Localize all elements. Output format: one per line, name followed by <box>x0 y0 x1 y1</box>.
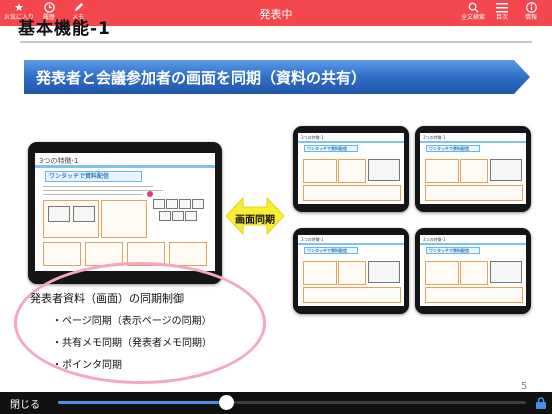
banner-text: 発表者と会議参加者の画面を同期（資料の共有） <box>36 69 367 87</box>
diagram-box <box>303 159 337 183</box>
bottom-toolbar: 閉じる <box>0 392 552 414</box>
mini-tablet <box>172 211 184 221</box>
diagram-box <box>460 159 488 183</box>
screen-heading: ワンタッチで資料配信 <box>426 145 480 152</box>
diagram-box <box>425 261 459 285</box>
page-slider[interactable] <box>58 395 526 410</box>
title-divider <box>20 41 532 43</box>
screen-rule <box>298 243 404 245</box>
participant-tablet: 3つの特徴-1 ワンタッチで資料配信 <box>415 126 531 212</box>
note-item: ・共有メモ同期（発表者メモ同期） <box>52 338 212 349</box>
mini-tablet <box>179 199 191 209</box>
mini-tablet <box>48 206 70 222</box>
participant-tablet: 3つの特徴-1 ワンタッチで資料配信 <box>293 126 409 212</box>
participant-screen: 3つの特徴-1 ワンタッチで資料配信 <box>298 235 404 306</box>
screen-rule <box>420 141 526 143</box>
mini-tablet <box>490 261 522 283</box>
sync-arrow: 画面同期 <box>225 190 285 254</box>
section-banner: 発表者と会議参加者の画面を同期（資料の共有） <box>24 60 530 94</box>
diagram-box <box>425 159 459 183</box>
mini-tablet <box>192 199 204 209</box>
feature-box <box>169 242 207 266</box>
mini-tablet <box>166 199 178 209</box>
text-line <box>43 186 153 187</box>
mini-tablet <box>153 199 165 209</box>
mini-tablet <box>185 211 197 221</box>
feature-box <box>425 287 523 303</box>
participant-screen: 3つの特徴-1 ワンタッチで資料配信 <box>298 133 404 204</box>
close-button[interactable]: 閉じる <box>10 396 40 411</box>
text-line <box>43 190 163 191</box>
mini-tablet <box>368 261 400 283</box>
diagram-box <box>338 159 366 183</box>
notes-heading: 発表者資料（画面）の同期制御 <box>30 292 184 305</box>
feature-box <box>43 242 81 266</box>
screen-heading: ワンタッチで資料配信 <box>426 247 480 254</box>
diagram-box <box>460 261 488 285</box>
note-item: ・ページ同期（表示ページの同期） <box>52 316 212 327</box>
feature-box <box>303 185 401 201</box>
screen-rule <box>35 165 215 168</box>
info-icon <box>509 2 552 14</box>
diagram-box <box>303 261 337 285</box>
diagram-box <box>338 261 366 285</box>
lock-icon[interactable] <box>535 397 547 409</box>
participant-tablet: 3つの特徴-1 ワンタッチで資料配信 <box>293 228 409 314</box>
screen-heading: ワンタッチで資料配信 <box>304 145 358 152</box>
feature-box <box>425 185 523 201</box>
diagram-box <box>101 200 147 238</box>
slider-thumb[interactable] <box>219 395 235 410</box>
screen-rule <box>298 141 404 143</box>
slide-title: 基本機能-1 <box>18 19 111 39</box>
page-number: 5 <box>521 381 528 392</box>
participant-screen: 3つの特徴-1 ワンタッチで資料配信 <box>420 235 526 306</box>
text-line <box>43 194 143 195</box>
pointer-dot <box>147 191 153 197</box>
mini-tablet <box>490 159 522 181</box>
screen-heading: ワンタッチで資料配信 <box>304 247 358 254</box>
presenter-screen: 3つの特徴-1 ワンタッチで資料配信 <box>35 153 215 271</box>
participant-tablet: 3つの特徴-1 ワンタッチで資料配信 <box>415 228 531 314</box>
screen-rule <box>420 243 526 245</box>
mini-tablet <box>159 211 171 221</box>
pen-icon <box>56 2 100 14</box>
sync-label: 画面同期 <box>235 215 275 226</box>
note-item: ・ポインタ同期 <box>52 360 122 371</box>
mini-tablet <box>73 206 95 222</box>
screen-heading: ワンタッチで資料配信 <box>45 171 142 182</box>
info-button[interactable]: 情報 <box>509 2 552 22</box>
slider-fill <box>58 401 227 404</box>
participant-screen: 3つの特徴-1 ワンタッチで資料配信 <box>420 133 526 204</box>
feature-box <box>303 287 401 303</box>
mini-tablet <box>368 159 400 181</box>
